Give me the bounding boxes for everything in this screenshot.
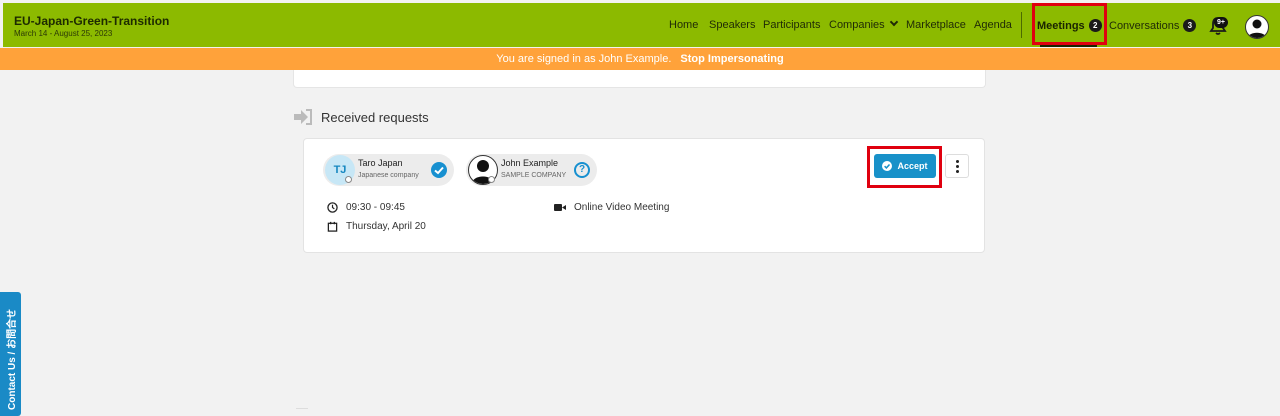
meeting-time-text: 09:30 - 09:45 (346, 202, 405, 213)
meeting-request-card: TJ Taro Japan Japanese company John Exam… (303, 138, 985, 253)
received-requests-header: Received requests (293, 109, 429, 125)
online-status-dot (488, 176, 495, 183)
nav-speakers[interactable]: Speakers (709, 19, 755, 31)
accepted-check-icon (431, 162, 447, 178)
divider (296, 408, 308, 409)
stop-impersonating-link[interactable]: Stop Impersonating (680, 53, 783, 65)
participant-name: Taro Japan (358, 158, 403, 168)
nav-conversations-label: Conversations (1109, 20, 1180, 32)
meeting-date: Thursday, April 20 (327, 221, 426, 232)
nav-home[interactable]: Home (669, 19, 698, 31)
kebab-dot (955, 169, 959, 173)
nav-conversations[interactable]: Conversations 3 (1109, 19, 1197, 32)
kebab-dot (955, 164, 959, 168)
user-avatar[interactable] (1245, 15, 1269, 39)
online-status-dot (345, 176, 352, 183)
contact-us-label: Contact Us / お問合せ (7, 308, 18, 410)
calendar-icon (327, 221, 338, 232)
nav-marketplace[interactable]: Marketplace (906, 19, 966, 31)
accept-label: Accept (897, 161, 928, 171)
video-camera-icon (554, 204, 566, 211)
participant-chip[interactable]: TJ Taro Japan Japanese company (323, 154, 454, 186)
nav-companies[interactable]: Companies (829, 17, 898, 31)
check-circle-icon (882, 161, 893, 171)
highlight-box-meetings (1032, 3, 1107, 45)
top-navbar: EU-Japan-Green-Transition March 14 - Aug… (3, 3, 1280, 47)
chevron-down-icon (889, 17, 898, 27)
pending-question-icon: ? (574, 162, 590, 178)
person-icon (1248, 19, 1266, 38)
event-title[interactable]: EU-Japan-Green-Transition (14, 14, 169, 28)
contact-us-tab[interactable]: Contact Us / お問合せ (0, 292, 21, 416)
meeting-type: Online Video Meeting (554, 202, 669, 213)
participant-company: Japanese company (358, 172, 419, 179)
participant-name: John Example (501, 158, 559, 168)
notifications-badge: 9+ (1214, 17, 1228, 28)
section-title: Received requests (321, 109, 429, 125)
clock-icon (327, 202, 338, 213)
nav-divider (1021, 12, 1022, 38)
impersonation-banner: You are signed in as John Example. Stop I… (0, 48, 1280, 70)
previous-card (293, 70, 986, 88)
nav-companies-label: Companies (829, 19, 885, 31)
participant-company: SAMPLE COMPANY (501, 172, 567, 179)
more-options-button[interactable] (945, 154, 969, 178)
meeting-time: 09:30 - 09:45 (327, 202, 405, 213)
sign-in-icon (294, 109, 312, 125)
meeting-type-text: Online Video Meeting (574, 202, 670, 213)
nav-participants[interactable]: Participants (763, 19, 820, 31)
banner-text: You are signed in as John Example. (496, 53, 672, 65)
conversations-count-badge: 3 (1183, 19, 1197, 32)
nav-agenda[interactable]: Agenda (974, 19, 1012, 31)
accept-button[interactable]: Accept (874, 154, 936, 178)
meeting-date-text: Thursday, April 20 (346, 221, 426, 232)
participant-chip[interactable]: John Example SAMPLE COMPANY ? (466, 154, 597, 186)
event-dates: March 14 - August 25, 2023 (14, 29, 113, 38)
kebab-dot (955, 159, 959, 163)
